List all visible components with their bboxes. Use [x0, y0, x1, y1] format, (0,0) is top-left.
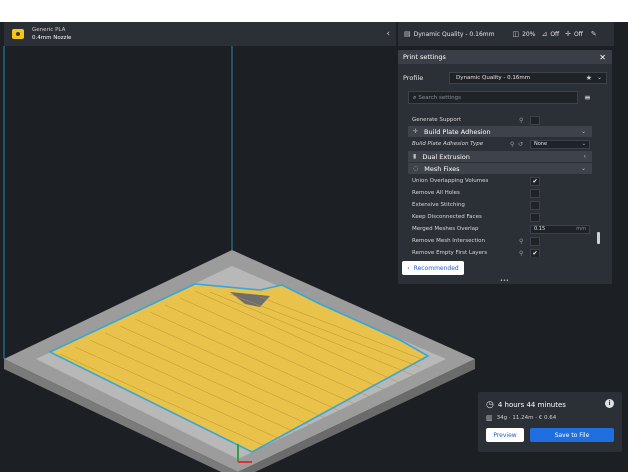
clock-icon: ◷: [486, 400, 494, 410]
setting-label: Remove All Holes: [412, 190, 460, 196]
print-time: ◷ 4 hours 44 minutes: [486, 400, 566, 410]
remove-mesh-intersection-checkbox[interactable]: [530, 236, 540, 246]
chevron-left-icon: ‹: [583, 153, 586, 160]
print-time-text: 4 hours 44 minutes: [497, 401, 566, 409]
setting-label: Remove Mesh Intersection: [412, 238, 486, 244]
chevron-down-icon: ⌄: [581, 141, 586, 147]
setting-build-plate-adhesion-type[interactable]: Build Plate Adhesion Type ⚲ ↺ None ⌄: [406, 139, 602, 149]
collapse-chevron-icon[interactable]: ‹: [386, 29, 390, 39]
print-setup-bar[interactable]: ▤ Dynamic Quality - 0.16mm ◫ 20% ⊿ Off ✛…: [398, 22, 614, 46]
overlap-value: 0.15: [534, 226, 546, 232]
material-estimate-text: 34g · 11.24m · € 0.64: [496, 415, 557, 421]
setting-remove-mesh-intersection[interactable]: Remove Mesh Intersection ⚲: [406, 236, 602, 246]
category-build-plate-adhesion[interactable]: ✛ Build Plate Adhesion ⌄: [408, 126, 592, 137]
spool-icon: ▥: [486, 414, 493, 422]
category-label: Mesh Fixes: [424, 164, 460, 173]
support-value: Off: [550, 30, 560, 38]
top-white-strip: [0, 0, 628, 22]
setting-label: Merged Meshes Overlap: [412, 226, 479, 232]
quality-icon: ▤: [404, 30, 411, 38]
settings-scrollbar[interactable]: [597, 232, 600, 244]
star-icon[interactable]: ★: [586, 74, 592, 82]
adhesion-type-dropdown[interactable]: None ⌄: [530, 139, 590, 149]
print-settings-panel: Print settings ✕ Profile Dynamic Quality…: [398, 50, 612, 284]
material-name: Generic PLA: [32, 27, 66, 33]
material-estimate: ▥ 34g · 11.24m · € 0.64: [486, 414, 556, 422]
setting-label: Extensive Stitching: [412, 202, 465, 208]
adhesion-type-value: None: [534, 141, 548, 147]
overlap-unit: mm: [576, 226, 586, 232]
settings-list[interactable]: Generate Support ⚲ ✛ Build Plate Adhesio…: [406, 113, 602, 257]
print-estimate-panel: ◷ 4 hours 44 minutes i ▥ 34g · 11.24m · …: [478, 392, 622, 452]
mesh-fixes-icon: ◌: [413, 165, 419, 172]
setting-extensive-stitching[interactable]: Extensive Stitching: [406, 200, 602, 210]
printed-model: [48, 283, 430, 453]
category-mesh-fixes[interactable]: ◌ Mesh Fixes ⌄: [408, 163, 592, 174]
category-label: Build Plate Adhesion: [424, 127, 491, 136]
search-icon: ⌕: [413, 93, 417, 101]
generate-support-checkbox[interactable]: [530, 115, 540, 125]
setting-label: Build Plate Adhesion Type: [412, 141, 484, 147]
setting-generate-support[interactable]: Generate Support ⚲: [406, 115, 602, 125]
chevron-down-icon: ⌄: [596, 74, 602, 81]
profile-row: Profile Dynamic Quality - 0.16mm ★ ⌄: [403, 72, 607, 84]
profile-value: Dynamic Quality - 0.16mm: [456, 75, 531, 81]
edit-pencil-icon[interactable]: ✎: [591, 30, 597, 38]
settings-menu-icon[interactable]: ≡: [584, 93, 591, 102]
close-icon[interactable]: ✕: [599, 53, 606, 62]
setting-label: Generate Support: [412, 117, 462, 123]
search-placeholder: Search settings: [418, 94, 461, 101]
support-icon: ⊿: [541, 30, 548, 38]
material-text: Generic PLA 0.4mm Nozzle: [32, 26, 71, 42]
material-spool-icon: [12, 29, 24, 39]
setting-keep-disconnected-faces[interactable]: Keep Disconnected Faces: [406, 212, 602, 222]
nozzle-size: 0.4mm Nozzle: [32, 35, 72, 41]
union-overlapping-checkbox[interactable]: ✔: [530, 176, 540, 186]
adhesion-value: Off: [574, 30, 583, 38]
setting-label: Union Overlapping Volumes: [412, 178, 489, 184]
material-selector[interactable]: Generic PLA 0.4mm Nozzle ‹: [4, 22, 396, 46]
panel-header: Print settings ✕: [398, 50, 612, 64]
profile-dropdown[interactable]: Dynamic Quality - 0.16mm ★ ⌄: [449, 72, 607, 84]
profile-label: Profile: [403, 74, 424, 82]
save-to-file-button[interactable]: Save to File: [530, 428, 614, 442]
extensive-stitching-checkbox[interactable]: [530, 200, 540, 210]
setting-label: Keep Disconnected Faces: [412, 214, 482, 220]
infill-icon: ◫: [512, 30, 520, 38]
setting-remove-all-holes[interactable]: Remove All Holes: [406, 188, 602, 198]
category-label: Dual Extrusion: [422, 152, 470, 161]
recommended-button[interactable]: ‹ Recommended: [402, 261, 464, 275]
setting-label: Remove Empty First Layers: [412, 250, 488, 256]
merged-meshes-overlap-input[interactable]: 0.15 mm: [530, 224, 590, 234]
adhesion-category-icon: ✛: [413, 128, 419, 135]
link-icon: ⚲: [519, 116, 524, 124]
setting-union-overlapping-volumes[interactable]: Union Overlapping Volumes ✔: [406, 176, 602, 186]
preview-button[interactable]: Preview: [486, 428, 524, 442]
quality-profile: Dynamic Quality - 0.16mm: [413, 30, 495, 38]
adhesion-icon: ✛: [565, 30, 572, 38]
chevron-down-icon: ⌄: [580, 165, 586, 172]
dual-extrusion-icon: ▮: [413, 153, 417, 160]
chevron-down-icon: ⌄: [580, 128, 586, 135]
panel-title: Print settings: [403, 53, 446, 61]
keep-disconnected-checkbox[interactable]: [530, 212, 540, 222]
recommended-label: Recommended: [413, 264, 459, 272]
setting-remove-empty-first-layers[interactable]: Remove Empty First Layers ⚲ ✔: [406, 248, 602, 257]
category-dual-extrusion[interactable]: ▮ Dual Extrusion ‹: [408, 151, 592, 162]
link-icon: ⚲: [519, 237, 524, 245]
infill-value: 20%: [522, 30, 536, 38]
search-input[interactable]: ⌕ Search settings: [408, 91, 578, 104]
info-icon[interactable]: i: [605, 399, 614, 408]
setting-merged-meshes-overlap[interactable]: Merged Meshes Overlap 0.15 mm: [406, 224, 602, 234]
remove-all-holes-checkbox[interactable]: [530, 188, 540, 198]
chevron-left-icon: ‹: [407, 264, 410, 272]
reset-icon[interactable]: ↺: [518, 141, 523, 148]
resize-handle[interactable]: •••: [500, 278, 509, 284]
link-icon: ⚲: [519, 249, 524, 257]
remove-empty-layers-checkbox[interactable]: ✔: [530, 248, 540, 257]
link-icon: ⚲: [510, 140, 515, 148]
